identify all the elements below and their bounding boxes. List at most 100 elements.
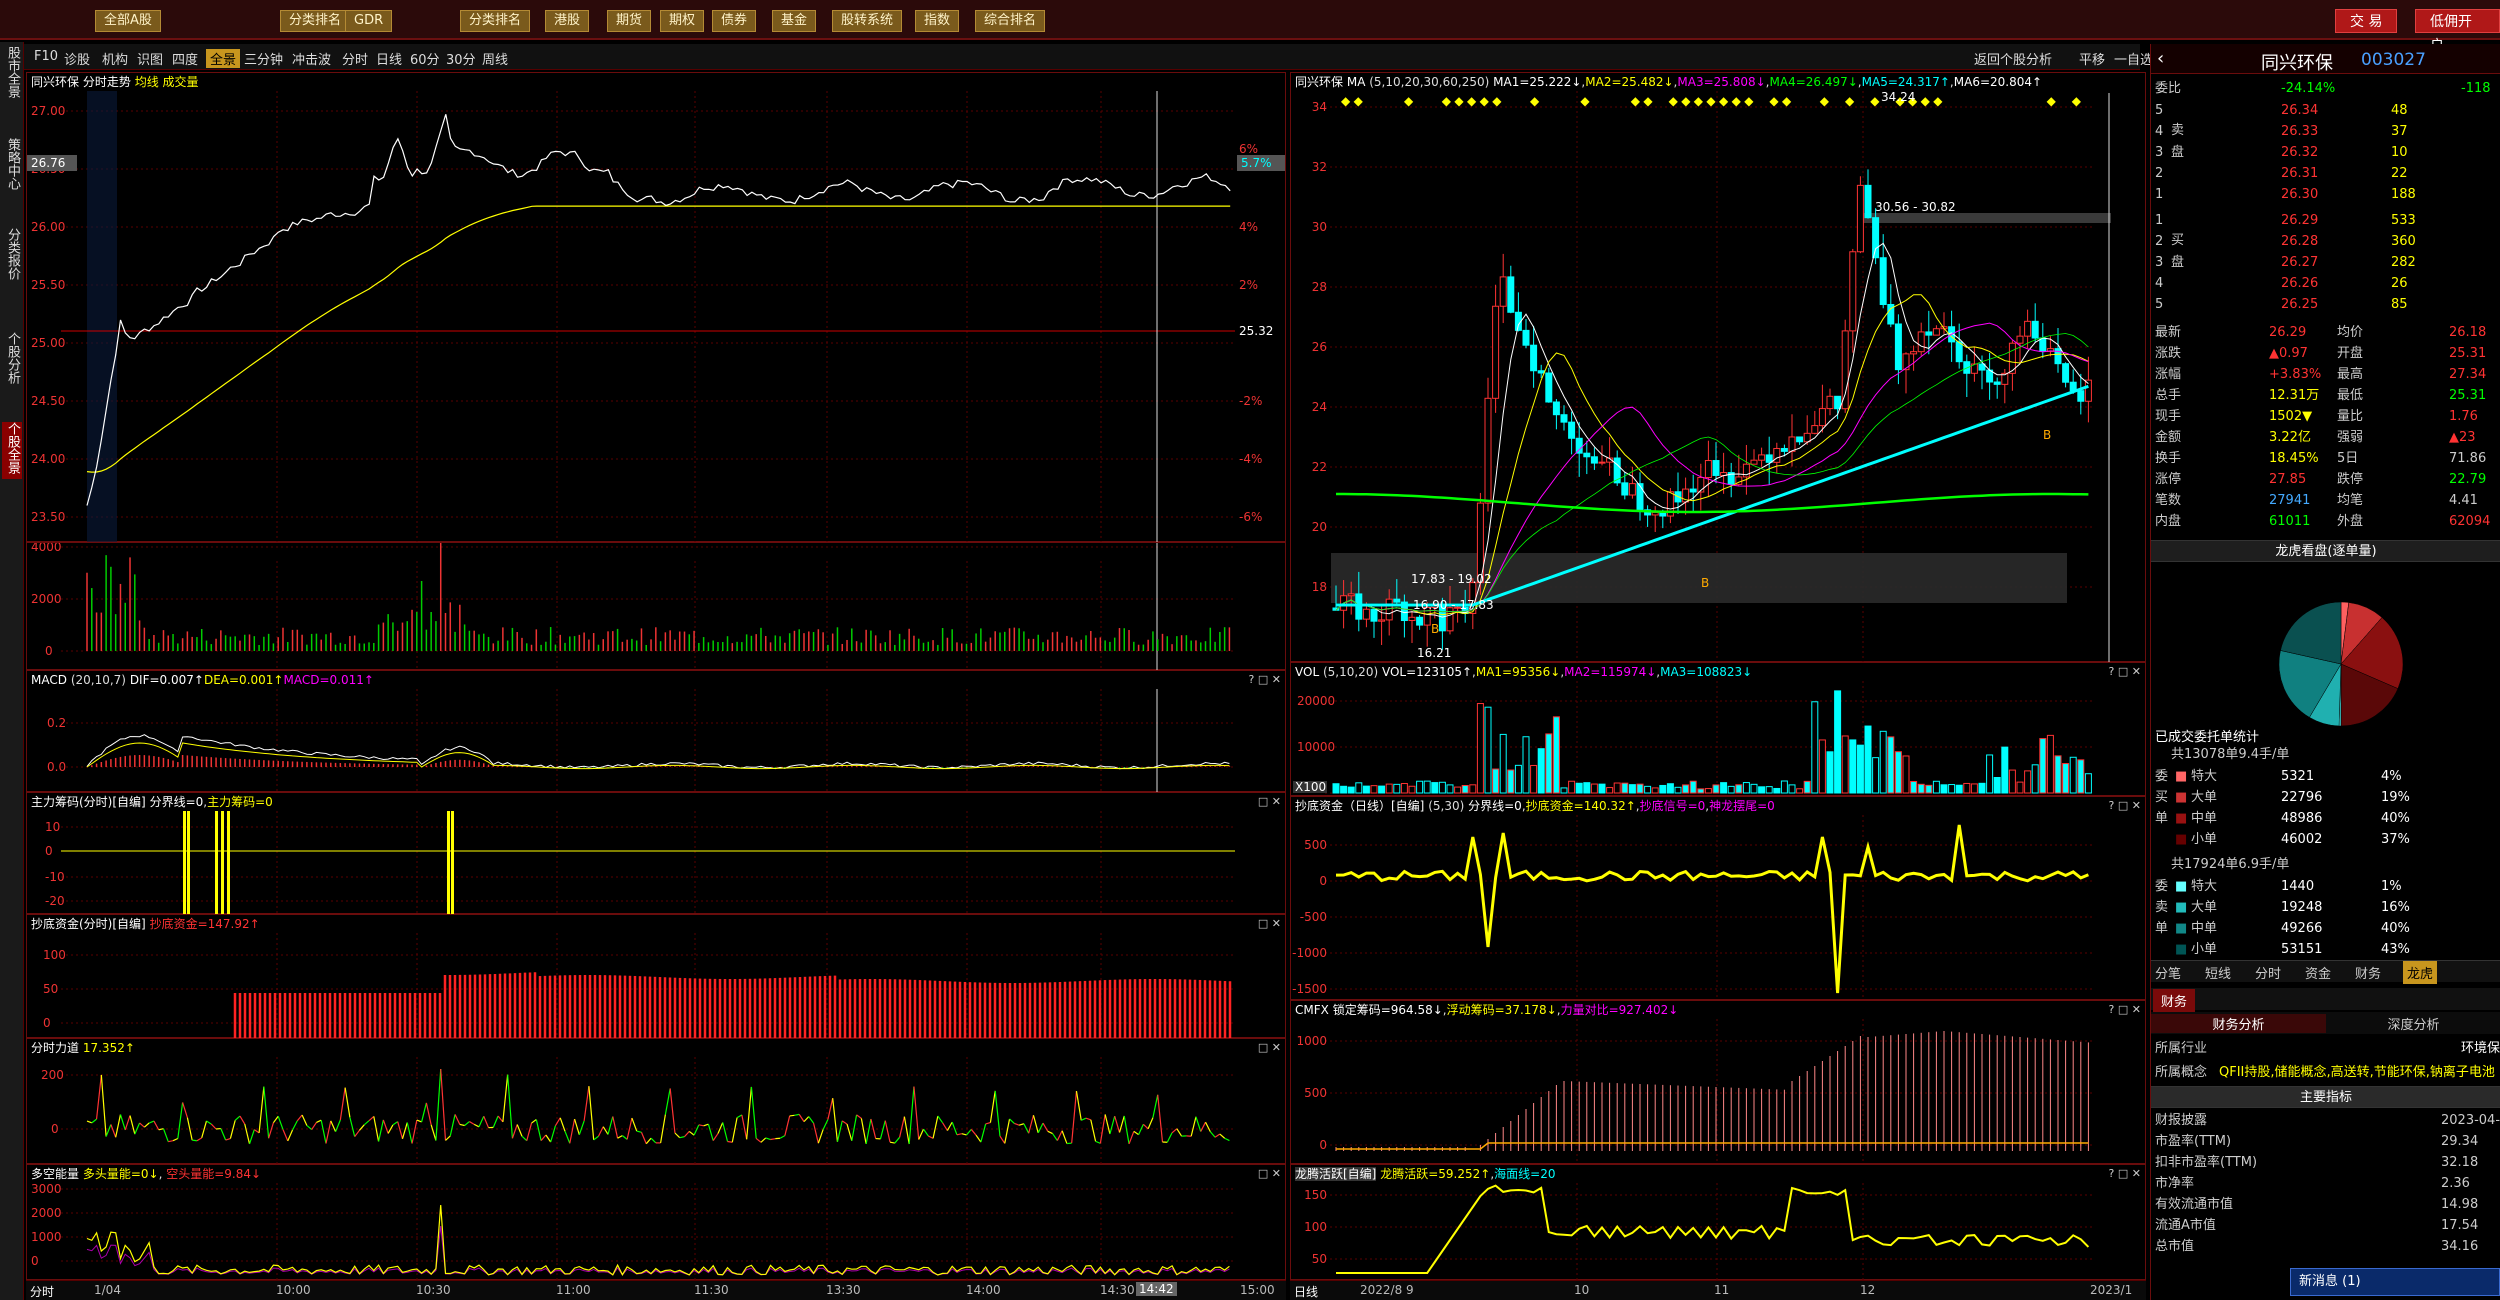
force-chart[interactable]: 2000 bbox=[27, 1039, 1287, 1165]
long-short-chart[interactable]: 3000 2000 1000 0 bbox=[27, 1165, 1287, 1281]
force-segment bbox=[1214, 1133, 1221, 1138]
chips-axis-label: 10 bbox=[45, 820, 60, 834]
finance-tab[interactable]: 财务 bbox=[2153, 989, 2196, 1012]
concept-value[interactable]: QFII持股,储能概念,高送转,节能环保,钠离子电池 bbox=[2219, 1062, 2495, 1083]
cmfx-panel: CMFX 锁定筹码=964.58↓,浮动筹码=37.178↓,力量对比=927.… bbox=[1290, 1000, 2147, 1165]
vtab-category[interactable]: 分类报价 bbox=[2, 228, 22, 285]
force-segment bbox=[1190, 1116, 1197, 1137]
period-mode[interactable]: 日线 bbox=[1294, 1283, 1318, 1300]
price-axis-label: 27.00 bbox=[31, 104, 65, 118]
force-segment bbox=[607, 1116, 614, 1135]
market-tab-rank[interactable]: 分类排名 bbox=[280, 10, 351, 32]
candle-body bbox=[1613, 457, 1621, 484]
vtab-stock-analysis[interactable]: 个股分析 bbox=[2, 332, 22, 389]
force-segment bbox=[770, 1138, 776, 1141]
back-arrow-icon[interactable]: ‹ bbox=[2157, 48, 2164, 69]
volume-bar bbox=[1514, 764, 1522, 794]
finance-analysis-tab[interactable]: 财务分析 bbox=[2151, 1014, 2326, 1033]
tab-dragon[interactable]: 龙虎 bbox=[2403, 961, 2438, 984]
gdr-tab[interactable]: GDR bbox=[345, 10, 393, 32]
bid-volume: 282 bbox=[2391, 255, 2416, 270]
market-tab-hk[interactable]: 港股 bbox=[545, 10, 590, 32]
force-segment bbox=[363, 1120, 370, 1126]
market-tab-bonds[interactable]: 债券 bbox=[712, 10, 757, 32]
market-tab-index[interactable]: 指数 bbox=[915, 10, 960, 32]
pan-button[interactable]: 平移 bbox=[2079, 49, 2105, 68]
open-account-button[interactable]: 低佣开户 bbox=[2415, 9, 2500, 54]
market-tab-composite[interactable]: 综合排名 bbox=[975, 10, 1046, 32]
industry-value[interactable]: 环境保护 bbox=[2461, 1038, 2500, 1059]
force-segment bbox=[640, 1132, 647, 1145]
force-segment bbox=[349, 1117, 356, 1137]
intraday-force-panel: 分时力道 17.352↑ □ ✕ 200 0 bbox=[26, 1038, 1287, 1165]
force-segment bbox=[1075, 1090, 1082, 1121]
main-chips-chart[interactable]: 10 0 -10 -20 bbox=[27, 793, 1287, 915]
market-tab-options[interactable]: 期权 bbox=[660, 10, 705, 32]
force-segment bbox=[1009, 1118, 1015, 1124]
cmfx-chart[interactable]: 1000 500 0 bbox=[1291, 1001, 2147, 1165]
market-tab-all-a[interactable]: 全部A股 bbox=[95, 10, 161, 32]
bid-price: 26.28 bbox=[2281, 234, 2319, 249]
tool-diagnose[interactable]: 诊股 bbox=[64, 49, 90, 68]
tab-short[interactable]: 短线 bbox=[2205, 963, 2231, 982]
tool-60min[interactable]: 60分 bbox=[410, 49, 440, 68]
volume-bar bbox=[1340, 785, 1348, 794]
tool-daily[interactable]: 日线 bbox=[376, 49, 402, 68]
force-segment bbox=[1147, 1117, 1154, 1130]
macd-chart[interactable]: 0.2 0.0 bbox=[27, 671, 1287, 793]
stat-row: 涨停 27.85 跌停 22.79 bbox=[2151, 469, 2500, 490]
watchlist-select[interactable]: 一自选 bbox=[2114, 49, 2153, 68]
intraday-chart[interactable]: 27.0026.5026.0025.5025.0024.5024.0023.50… bbox=[27, 73, 1287, 543]
indicator-value: 17.54 bbox=[2441, 1218, 2479, 1233]
tool-f10[interactable]: F10 bbox=[34, 49, 58, 64]
price-axis-label: 24.50 bbox=[31, 394, 65, 408]
tab-ticks[interactable]: 分笔 bbox=[2155, 963, 2181, 982]
volume-bar bbox=[1552, 716, 1560, 794]
vtab-stock-overview[interactable]: 个股全景 bbox=[2, 422, 22, 479]
tool-3min[interactable]: 三分钟 bbox=[244, 49, 283, 68]
volume-bar bbox=[1955, 784, 1963, 794]
tool-institution[interactable]: 机构 bbox=[102, 49, 128, 68]
tool-intraday[interactable]: 分时 bbox=[342, 49, 368, 68]
tool-30min[interactable]: 30分 bbox=[446, 49, 476, 68]
bottom-fund-daily-chart[interactable]: 500 0 -500 -1000 -1500 bbox=[1291, 797, 2147, 1001]
market-tab-rank2[interactable]: 分类排名 bbox=[460, 10, 531, 32]
force-segment bbox=[956, 1133, 962, 1136]
time-label: 15:00 bbox=[1240, 1283, 1275, 1297]
news-notification[interactable]: 新消息 (1) bbox=[2290, 1268, 2500, 1296]
tab-finance[interactable]: 财务 bbox=[2355, 963, 2381, 982]
tab-intraday[interactable]: 分时 bbox=[2255, 963, 2281, 982]
market-tab-futures[interactable]: 期货 bbox=[607, 10, 652, 32]
chips-bar bbox=[227, 811, 230, 915]
back-button[interactable]: 返回个股分析 bbox=[1974, 49, 2052, 68]
bid-row: 2 26.28 360 bbox=[2151, 231, 2500, 252]
tool-4degree[interactable]: 四度 bbox=[172, 49, 198, 68]
tool-impulse[interactable]: 冲击波 bbox=[292, 49, 331, 68]
kline-chart[interactable]: 343230282624222018◆ ◆ ◆ ◆ ◆ ◆ ◆ ◆ ◆ ◆ ◆ ◆ ◆ ◆ ◆ ◆ ◆ ◆ ◆ ◆ ◆ ◆… bbox=[1291, 73, 2147, 663]
force-segment bbox=[784, 1115, 791, 1136]
volume-bar bbox=[1970, 783, 1978, 794]
force-segment bbox=[923, 1128, 929, 1137]
force-segment bbox=[272, 1115, 279, 1124]
market-tab-neeq[interactable]: 股转系统 bbox=[832, 10, 903, 32]
dragon-chart[interactable]: 150 100 50 bbox=[1291, 1165, 2147, 1281]
tab-fund[interactable]: 资金 bbox=[2305, 963, 2331, 982]
tool-chart-recognize[interactable]: 识图 bbox=[137, 49, 163, 68]
force-segment bbox=[1052, 1133, 1058, 1141]
bottom-fund-chart[interactable]: 100 50 0 bbox=[27, 915, 1287, 1039]
trade-button[interactable]: 交 易 bbox=[2335, 9, 2398, 33]
vtab-strategy[interactable]: 策略中心 bbox=[2, 138, 22, 195]
intraday-volume-chart[interactable]: 4000 2000 0 bbox=[27, 543, 1287, 671]
volume-bar bbox=[1773, 787, 1781, 794]
tool-overview[interactable]: 全景 bbox=[206, 49, 241, 68]
force-segment bbox=[1037, 1122, 1044, 1134]
deep-analysis-tab[interactable]: 深度分析 bbox=[2326, 1014, 2500, 1033]
vtab-market-overview[interactable]: 股市全景 bbox=[2, 46, 22, 103]
tool-weekly[interactable]: 周线 bbox=[482, 49, 508, 68]
high-annotation: 34.24 bbox=[1881, 90, 1915, 104]
candle-body bbox=[1378, 619, 1386, 622]
time-mode[interactable]: 分时 bbox=[30, 1283, 54, 1300]
market-tab-funds[interactable]: 基金 bbox=[772, 10, 817, 32]
kvol-chart[interactable]: 20000 10000 X100 bbox=[1291, 663, 2147, 797]
fund-axis-label: -500 bbox=[1300, 910, 1327, 924]
